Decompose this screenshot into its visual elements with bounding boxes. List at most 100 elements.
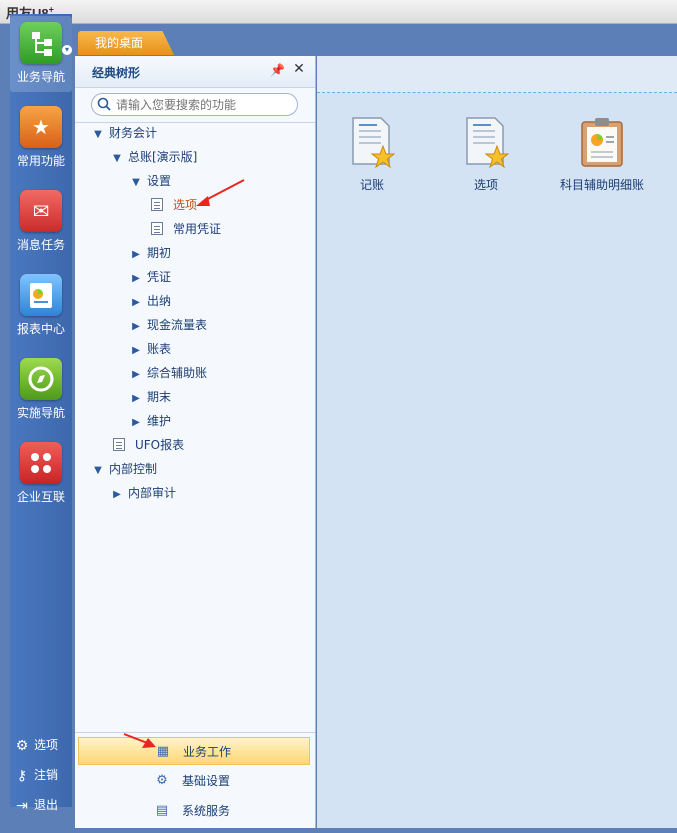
business-work-button[interactable]: ▦ 业务工作 xyxy=(78,737,310,765)
chevron-right-icon[interactable]: ▶ xyxy=(129,389,143,409)
classic-tree-panel: 经典树形 📌 ✕ ▼财务会计 ▼总账[演示版] ▼设置 选项 常用凭证 ▶期初 … xyxy=(75,56,316,828)
search-input[interactable] xyxy=(116,96,292,113)
tree-node-account-reports[interactable]: ▶ 账表 xyxy=(129,339,171,359)
tree-node-settings[interactable]: ▼ 设置 xyxy=(129,171,171,191)
chevron-right-icon[interactable]: ▶ xyxy=(129,317,143,337)
tree-node-maintenance[interactable]: ▶ 维护 xyxy=(129,411,171,431)
document-icon xyxy=(151,198,163,211)
tree-node-label: 期末 xyxy=(147,390,172,404)
tree-node-internal-control[interactable]: ▼ 内部控制 xyxy=(91,459,157,479)
tree-panel-header: 经典树形 📌 ✕ xyxy=(75,56,315,88)
tree-node-label: 财务会计 xyxy=(109,126,158,140)
gear-icon: ⚙ xyxy=(15,737,29,754)
chevron-right-icon[interactable]: ▶ xyxy=(129,293,143,313)
title-bar: 用友U8+ xyxy=(0,0,677,24)
tree-node-aux-accounts[interactable]: ▶ 综合辅助账 xyxy=(129,363,207,383)
tab-my-desktop[interactable]: 我的桌面 xyxy=(78,31,174,55)
desktop-toolbar-area xyxy=(317,56,677,93)
tree-node-label: 维护 xyxy=(147,414,172,428)
tree-node-internal-audit[interactable]: ▶ 内部审计 xyxy=(110,483,176,503)
rail-item-business-nav[interactable]: 业务导航 xyxy=(10,16,72,92)
chevron-right-icon[interactable]: ▶ xyxy=(129,245,143,265)
desktop-main-area: 记账 选项 科目辅助明细账 xyxy=(317,56,677,828)
rail-label: 常用功能 xyxy=(16,154,65,168)
chevron-right-icon[interactable]: ▶ xyxy=(129,269,143,289)
tree-node-finance[interactable]: ▼ 财务会计 xyxy=(91,123,157,143)
tree-node-label: UFO报表 xyxy=(135,438,185,452)
document-icon xyxy=(151,222,163,235)
tree-node-opening[interactable]: ▶ 期初 xyxy=(129,243,171,263)
tree-node-label: 常用凭证 xyxy=(173,222,222,236)
chevron-right-icon[interactable]: ▶ xyxy=(129,413,143,433)
func-label: 选项 xyxy=(473,178,498,192)
rail-label: 企业互联 xyxy=(16,490,65,504)
search-box[interactable] xyxy=(91,93,298,116)
rail-label: 报表中心 xyxy=(16,322,65,336)
tree-node-label: 内部审计 xyxy=(128,486,177,500)
tree-node-label: 期初 xyxy=(147,246,172,260)
func-post-voucher[interactable]: 记账 xyxy=(317,116,427,202)
tree-node-cash-flow[interactable]: ▶ 现金流量表 xyxy=(129,315,207,335)
func-label: 科目辅助明细账 xyxy=(559,178,644,192)
document-icon xyxy=(113,438,125,451)
chevron-right-icon[interactable]: ▶ xyxy=(110,485,124,505)
rail-item-message-tasks[interactable]: ✉ 消息任务 xyxy=(10,184,72,260)
exit-button[interactable]: ⇥ 退出 xyxy=(14,796,74,820)
system-service-label: 系统服务 xyxy=(182,804,231,818)
tree-node-label: 总账[演示版] xyxy=(128,150,198,164)
func-label: 记账 xyxy=(359,178,384,192)
basic-settings-label: 基础设置 xyxy=(182,774,231,788)
tree-node-general-ledger[interactable]: ▼ 总账[演示版] xyxy=(110,147,197,167)
tree-node-ufo-report[interactable]: UFO报表 xyxy=(113,435,184,455)
options-button[interactable]: ⚙ 选项 xyxy=(14,736,74,760)
basic-settings-button[interactable]: ⚙ 基础设置 xyxy=(78,767,310,795)
annotation-arrow-business-work xyxy=(123,733,156,748)
chevron-down-icon[interactable]: ▼ xyxy=(91,461,105,481)
compass-icon xyxy=(20,358,62,400)
business-work-label: 业务工作 xyxy=(183,745,232,759)
tree-node-period-end[interactable]: ▶ 期末 xyxy=(129,387,171,407)
tree-node-common-vouchers[interactable]: 常用凭证 xyxy=(151,219,221,239)
tree-panel-bottom: ▦ 业务工作 ⚙ 基础设置 ▤ 系统服务 xyxy=(75,732,315,828)
exit-label: 退出 xyxy=(34,798,59,812)
func-options[interactable]: 选项 xyxy=(431,116,541,202)
tree-node-label: 账表 xyxy=(147,342,172,356)
gear-icon: ⚙ xyxy=(156,773,168,788)
annotation-arrow-options xyxy=(196,179,245,206)
tree-panel-title: 经典树形 xyxy=(92,66,141,80)
system-service-button[interactable]: ▤ 系统服务 xyxy=(78,797,310,825)
clipboard-chart-icon xyxy=(581,118,623,167)
pin-icon[interactable]: 📌 xyxy=(270,63,285,79)
report-icon xyxy=(20,274,62,316)
tree-node-cashier[interactable]: ▶ 出纳 xyxy=(129,291,171,311)
chevron-right-icon[interactable]: ▶ xyxy=(129,341,143,361)
rail-label: 业务导航 xyxy=(16,70,65,84)
close-icon[interactable]: ✕ xyxy=(292,61,306,77)
tree-node-label: 设置 xyxy=(147,174,172,188)
mail-icon: ✉ xyxy=(20,190,62,232)
connect-icon xyxy=(20,442,62,484)
tree-node-voucher[interactable]: ▶ 凭证 xyxy=(129,267,171,287)
service-icon: ▤ xyxy=(155,803,169,818)
rail-expand-icon[interactable]: ▾ xyxy=(62,45,72,55)
tree-node-label: 出纳 xyxy=(147,294,172,308)
rail-label: 消息任务 xyxy=(16,238,65,252)
rail-item-implementation-nav[interactable]: 实施导航 xyxy=(10,352,72,428)
document-star-icon xyxy=(352,117,395,169)
func-subject-aux-detail[interactable]: 科目辅助明细账 xyxy=(545,116,659,202)
tree-node-label: 凭证 xyxy=(147,270,172,284)
rail-item-report-center[interactable]: 报表中心 xyxy=(10,268,72,344)
tree-node-label: 内部控制 xyxy=(109,462,158,476)
chevron-down-icon[interactable]: ▼ xyxy=(129,173,143,193)
rail-item-enterprise-interconnect[interactable]: 企业互联 xyxy=(10,436,72,512)
exit-icon: ⇥ xyxy=(16,797,28,814)
rail-item-common-functions[interactable]: ★ 常用功能 xyxy=(10,100,72,176)
chevron-down-icon[interactable]: ▼ xyxy=(91,125,105,145)
chevron-right-icon[interactable]: ▶ xyxy=(129,365,143,385)
rail-label: 实施导航 xyxy=(16,406,65,420)
logout-button[interactable]: ⚷ 注销 xyxy=(14,766,74,790)
tree-node-label: 现金流量表 xyxy=(147,318,208,332)
chevron-down-icon[interactable]: ▼ xyxy=(110,149,124,169)
tree-node-label: 综合辅助账 xyxy=(147,366,208,380)
logout-label: 注销 xyxy=(34,768,59,782)
